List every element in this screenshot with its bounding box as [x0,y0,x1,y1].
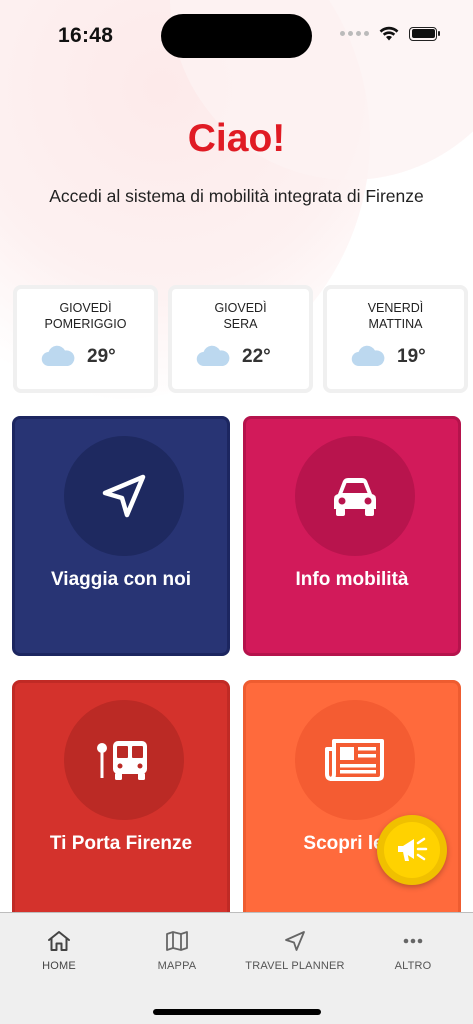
weather-card: VENERDÌ MATTINA 19° [323,285,468,393]
bus-stop-icon [97,741,147,780]
weather-day: GIOVEDÌ [214,301,267,315]
weather-card: GIOVEDÌ SERA 22° [168,285,313,393]
car-icon [334,478,376,516]
weather-card: GIOVEDÌ POMERIGGIO 29° [13,285,158,393]
cloud-icon [196,345,230,367]
map-icon [166,931,188,951]
nav-label: ALTRO [394,960,432,972]
nav-map[interactable]: MAPPA [118,929,236,972]
weather-period: MATTINA [368,317,423,331]
newspaper-icon [325,739,384,781]
weather-temperature: 29° [87,346,116,367]
weather-forecast: GIOVEDÌ POMERIGGIO 29° GIOVEDÌ SERA 22° … [13,285,468,393]
nav-more[interactable]: ALTRO [354,929,472,972]
status-icons [340,26,440,41]
more-dots-icon [403,938,423,944]
nav-label: HOME [42,960,76,972]
home-icon [48,931,70,951]
status-bar: 16:48 [0,0,473,70]
weather-temperature: 19° [397,346,426,367]
status-time: 16:48 [58,24,114,47]
weather-period: POMERIGGIO [44,317,127,331]
info-mobilita-tile[interactable]: Info mobilità [243,416,461,656]
app-screen: 16:48 Ciao! Accedi al sistema di mobilit… [0,0,473,1024]
signal-icon [340,31,369,36]
cloud-icon [41,345,75,367]
tile-label: Ti Porta Firenze [49,833,193,854]
nav-home[interactable]: HOME [0,929,118,972]
dynamic-island [161,14,312,58]
weather-temperature: 22° [242,346,271,367]
nav-travel-planner[interactable]: TRAVEL PLANNER [236,929,354,972]
nav-label: MAPPA [157,960,197,972]
weather-day: GIOVEDÌ [59,301,112,315]
navigation-arrow-icon [102,474,146,518]
cloud-icon [351,345,385,367]
tile-label: Info mobilità [295,569,409,590]
megaphone-icon [398,837,428,861]
battery-icon [409,26,440,41]
tile-label: Viaggia con noi [50,569,192,590]
announcements-button[interactable] [377,815,447,885]
weather-day: VENERDÌ [367,301,424,315]
ti-porta-firenze-tile[interactable]: Ti Porta Firenze [12,680,230,920]
nav-label: TRAVEL PLANNER [245,960,345,972]
greeting-subtitle: Accedi al sistema di mobilità integrata … [49,186,424,206]
viaggia-con-noi-tile[interactable]: Viaggia con noi [12,416,230,656]
scopri-le-novita-tile[interactable]: Scopri le n [243,680,461,920]
bottom-navigation: HOME MAPPA TRAVEL PLANNER ALTRO [0,912,473,1024]
navigation-arrow-icon [285,931,305,951]
weather-period: SERA [223,317,258,331]
wifi-icon [379,26,399,41]
greeting-title: Ciao! [187,117,286,160]
home-indicator [153,1009,321,1015]
